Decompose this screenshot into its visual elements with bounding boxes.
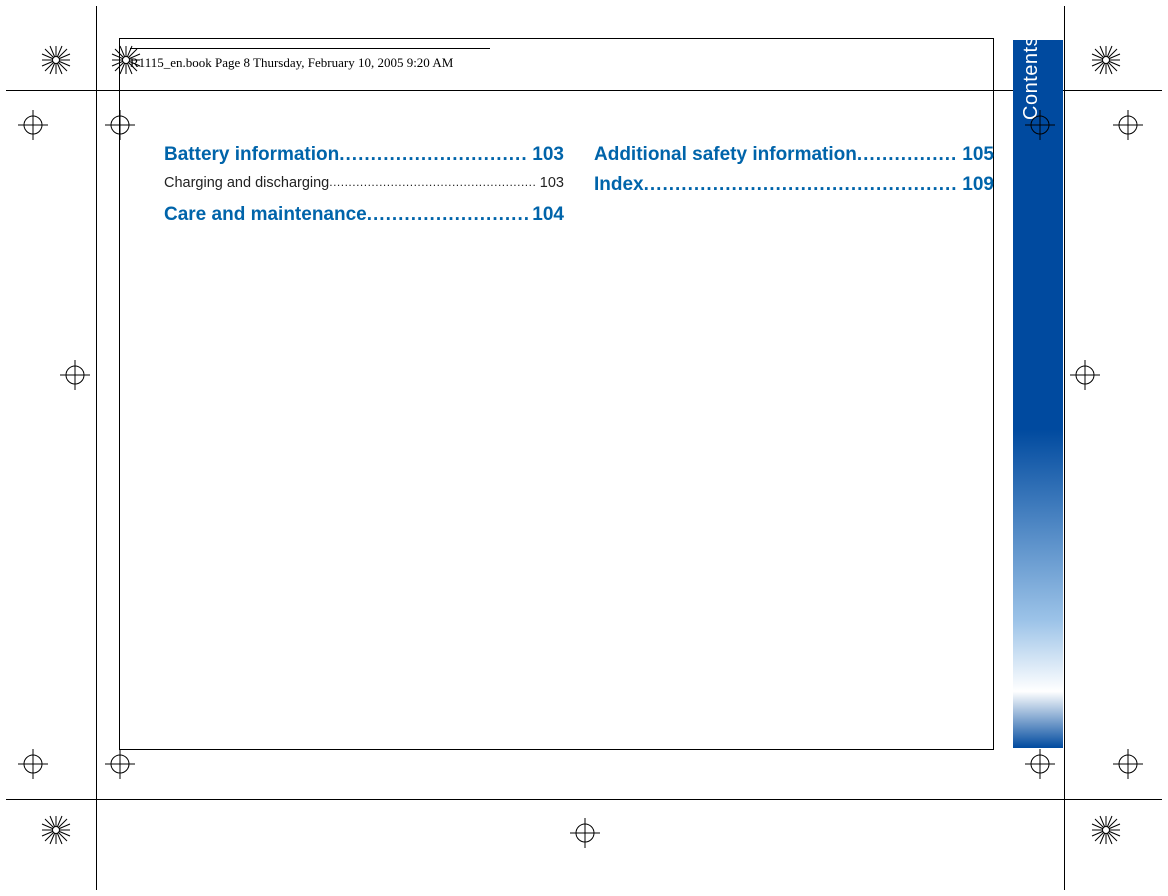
toc-heading: Battery information 103: [164, 143, 564, 167]
crop-mark-icon: [18, 749, 48, 779]
toc-leader: [367, 203, 529, 227]
frame-right-line: [1064, 6, 1065, 890]
toc-label: Index: [594, 173, 644, 197]
toc-page: 104: [528, 203, 564, 227]
crop-mark-icon: [60, 360, 90, 390]
toc-heading: Index 109: [594, 173, 994, 197]
crop-mark-icon: [1025, 749, 1055, 779]
toc-right-column: Additional safety information 105 Index …: [594, 143, 994, 233]
toc-heading: Additional safety information 105: [594, 143, 994, 167]
header-rule: [130, 48, 490, 49]
crop-mark-icon: [1113, 110, 1143, 140]
toc-page: 103: [528, 143, 564, 167]
side-tab: [1013, 40, 1063, 748]
crop-mark-icon: [1113, 749, 1143, 779]
crop-mark-icon: [1070, 360, 1100, 390]
toc-label: Charging and discharging: [164, 173, 329, 193]
registration-mark-icon: [1090, 44, 1122, 76]
toc-label: Additional safety information: [594, 143, 857, 167]
toc-heading: Care and maintenance 104: [164, 203, 564, 227]
registration-mark-icon: [1090, 814, 1122, 846]
toc-columns: Battery information 103 Charging and dis…: [164, 143, 994, 233]
side-tab-label: Contents: [1020, 36, 1043, 120]
crop-mark-icon: [105, 110, 135, 140]
toc-page: 105: [958, 143, 994, 167]
toc-leader: [329, 173, 536, 193]
toc-page: 103: [536, 173, 564, 193]
registration-mark-icon: [40, 814, 72, 846]
toc-leader: [857, 143, 958, 167]
toc-label: Care and maintenance: [164, 203, 367, 227]
toc-leader: [644, 173, 959, 197]
header-text: R1115_en.book Page 8 Thursday, February …: [130, 55, 453, 71]
crop-mark-icon: [18, 110, 48, 140]
toc-label: Battery information: [164, 143, 339, 167]
registration-mark-icon: [40, 44, 72, 76]
crop-mark-icon: [570, 818, 600, 848]
registration-mark-icon: [110, 44, 142, 76]
toc-subitem: Charging and discharging 103: [164, 173, 564, 193]
crop-mark-icon: [105, 749, 135, 779]
frame-left-line: [96, 6, 97, 890]
toc-page: 109: [958, 173, 994, 197]
toc-left-column: Battery information 103 Charging and dis…: [164, 143, 564, 233]
crop-mark-icon: [1025, 110, 1055, 140]
frame-bottom-line: [6, 799, 1162, 800]
toc-leader: [339, 143, 528, 167]
